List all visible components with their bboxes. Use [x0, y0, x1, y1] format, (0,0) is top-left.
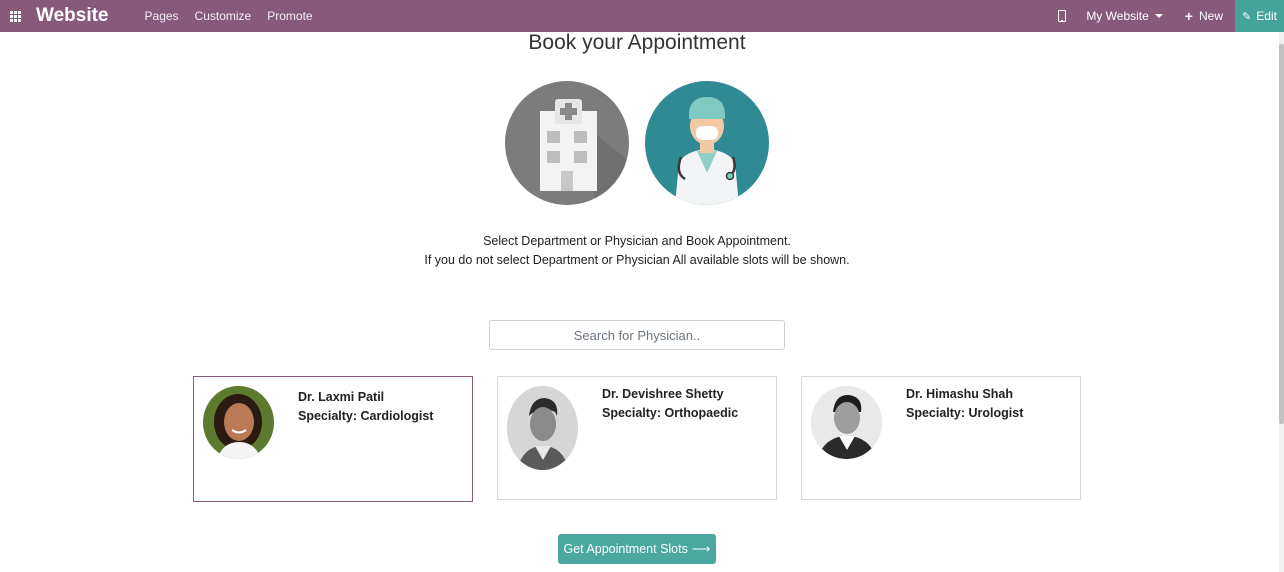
physician-specialty: Specialty: Urologist [906, 406, 1024, 420]
physician-info: Dr. Himashu Shah Specialty: Urologist [906, 385, 1023, 423]
physician-avatar [811, 386, 882, 459]
physician-card[interactable]: Dr. Himashu Shah Specialty: Urologist [801, 376, 1081, 500]
menu-customize[interactable]: Customize [195, 9, 252, 23]
get-appointment-slots-button[interactable]: Get Appointment Slots ⟶ [558, 534, 716, 564]
edit-button[interactable]: ✎ Edit [1235, 0, 1284, 32]
physician-card[interactable]: Dr. Devishree Shetty Specialty: Orthopae… [497, 376, 777, 500]
pencil-icon: ✎ [1242, 10, 1252, 23]
instructions: Select Department or Physician and Book … [0, 232, 1274, 270]
physician-specialty: Specialty: Orthopaedic [602, 406, 739, 420]
mobile-preview-icon[interactable] [1058, 10, 1067, 22]
apps-grid-icon[interactable] [0, 0, 30, 32]
instruction-line-2: If you do not select Department or Physi… [424, 253, 850, 267]
brand-title[interactable]: Website [36, 5, 109, 27]
doctor-icon [675, 97, 739, 205]
instruction-line-1: Select Department or Physician and Book … [483, 234, 791, 248]
new-button-label: New [1198, 9, 1223, 23]
scrollbar-thumb[interactable] [1279, 44, 1284, 424]
page-title: Book your Appointment [528, 31, 746, 54]
physician-name: Dr. Himashu Shah [906, 387, 1013, 401]
physician-search-input[interactable] [489, 320, 785, 350]
physician-info: Dr. Devishree Shetty Specialty: Orthopae… [602, 385, 738, 423]
top-navbar: Website Pages Customize Promote My Websi… [0, 0, 1284, 32]
long-arrow-right-icon: ⟶ [691, 541, 711, 556]
menu-pages[interactable]: Pages [145, 9, 179, 23]
menu-promote[interactable]: Promote [267, 9, 312, 23]
physician-specialty: Specialty: Cardiologist [298, 409, 434, 423]
new-button[interactable]: + New [1185, 8, 1223, 24]
physician-avatar [507, 386, 578, 470]
get-appointment-slots-label: Get Appointment Slots [563, 542, 688, 556]
edit-button-label: Edit [1256, 9, 1277, 23]
physician-info: Dr. Laxmi Patil Specialty: Cardiologist [298, 388, 433, 426]
website-selector[interactable]: My Website [1086, 9, 1163, 23]
physician-name: Dr. Laxmi Patil [298, 390, 385, 404]
website-selector-label: My Website [1086, 9, 1149, 23]
physician-option[interactable] [645, 81, 769, 205]
physician-name: Dr. Devishree Shetty [602, 387, 724, 401]
physician-avatar [203, 386, 274, 459]
plus-icon: + [1184, 8, 1193, 24]
department-option[interactable] [505, 81, 629, 205]
hospital-building-icon [540, 99, 629, 205]
page-scrollbar[interactable] [1279, 32, 1284, 572]
physician-card[interactable]: Dr. Laxmi Patil Specialty: Cardiologist [193, 376, 473, 502]
caret-down-icon [1154, 14, 1163, 18]
navbar-right: My Website + New ✎ Edit [1058, 0, 1284, 32]
